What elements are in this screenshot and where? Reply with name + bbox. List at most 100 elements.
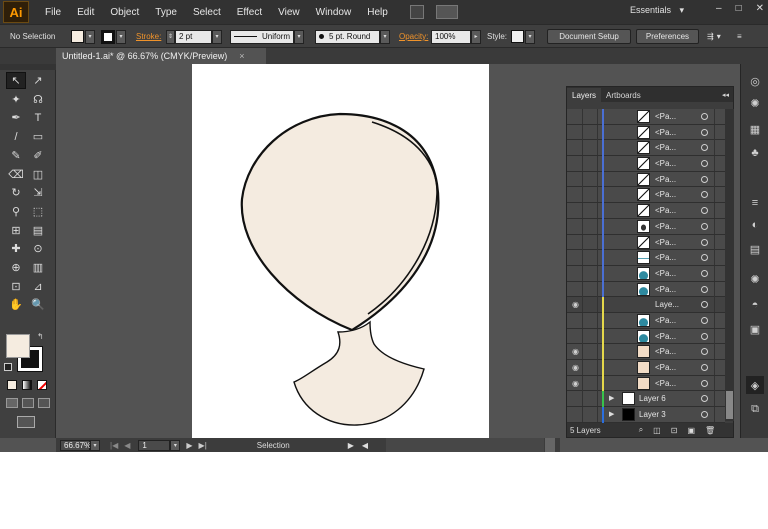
appearance-icon[interactable]: ◓ — [746, 296, 764, 314]
sublayer-row[interactable]: ◉ <Pa... — [567, 344, 725, 361]
menu-file[interactable]: File — [37, 7, 69, 18]
sublayer-row[interactable]: <Pa... — [567, 156, 725, 173]
panel-collapse-icon[interactable]: ◂◂ — [722, 91, 729, 99]
selection-indicator[interactable] — [714, 265, 725, 281]
sublayer-row[interactable]: <Pa... — [567, 234, 725, 251]
none-mode-icon[interactable] — [37, 380, 47, 390]
line-tool-icon[interactable]: / — [6, 128, 26, 145]
target-circle-icon[interactable] — [701, 175, 708, 183]
selection-indicator[interactable] — [714, 250, 725, 266]
artboards-icon[interactable]: ⧉ — [746, 400, 764, 418]
sublayer-row[interactable]: <Pa... — [567, 281, 725, 298]
visibility-toggle-icon[interactable] — [569, 391, 583, 407]
selection-indicator[interactable] — [714, 140, 725, 156]
preferences-button[interactable]: Preferences — [636, 29, 699, 44]
sublayer-row[interactable]: <Pa... — [567, 140, 725, 157]
prev-artboard-icon[interactable]: ◀ — [124, 441, 130, 450]
lock-toggle[interactable] — [584, 109, 598, 124]
stroke-weight-dropdown-icon[interactable]: ▾ — [212, 29, 222, 44]
menu-edit[interactable]: Edit — [69, 7, 102, 18]
menu-type[interactable]: Type — [147, 7, 185, 18]
sublayer-row[interactable]: ◉ <Pa... — [567, 375, 725, 392]
arrange-documents-icon[interactable] — [435, 5, 458, 19]
sublayer-row[interactable]: <Pa... — [567, 109, 725, 125]
sublayer-row[interactable]: ◉ Laye... — [567, 297, 725, 314]
draw-inside-icon[interactable] — [38, 398, 50, 408]
visibility-toggle-icon[interactable]: ◉ — [569, 360, 583, 375]
visibility-toggle-icon[interactable] — [569, 171, 583, 187]
target-circle-icon[interactable] — [701, 316, 708, 324]
menu-object[interactable]: Object — [102, 7, 147, 18]
head-shape[interactable] — [240, 112, 440, 332]
target-circle-icon[interactable] — [701, 332, 708, 340]
new-sublayer-icon[interactable]: ⊡ — [671, 426, 678, 435]
lock-toggle[interactable] — [584, 187, 598, 203]
bridge-icon[interactable] — [409, 5, 424, 19]
target-circle-icon[interactable] — [701, 301, 708, 309]
brush-dropdown-icon[interactable]: ▾ — [380, 29, 390, 44]
lock-toggle[interactable] — [584, 171, 598, 187]
sublayer-row[interactable]: ◉ <Pa... — [567, 360, 725, 376]
stroke-panel-icon[interactable]: ≡ — [746, 194, 764, 212]
delete-layer-icon[interactable]: 🗑 — [705, 426, 715, 435]
lock-toggle[interactable] — [584, 156, 598, 172]
menu-effect[interactable]: Effect — [229, 7, 270, 18]
target-circle-icon[interactable] — [701, 285, 708, 293]
lock-toggle[interactable] — [584, 312, 598, 328]
pen-tool-icon[interactable]: ✒ — [6, 109, 26, 126]
swap-fill-stroke-icon[interactable]: ↰ — [37, 332, 44, 341]
blend-tool-icon[interactable]: ⊕ — [6, 259, 26, 276]
tab-layers[interactable]: Layers — [567, 88, 602, 102]
target-circle-icon[interactable] — [701, 113, 708, 120]
visibility-toggle-icon[interactable] — [569, 124, 583, 140]
type-tool-icon[interactable]: T — [28, 109, 48, 126]
menu-view[interactable]: View — [270, 7, 308, 18]
selection-indicator[interactable] — [714, 407, 725, 423]
artboard-number-input[interactable]: 1 — [138, 439, 171, 451]
eraser-tool-icon[interactable]: ◫ — [28, 166, 48, 183]
brush-select[interactable]: 5 pt. Round ▾ — [315, 29, 390, 44]
opacity-label[interactable]: Opacity: — [399, 32, 428, 41]
selection-indicator[interactable] — [714, 344, 725, 360]
selection-indicator[interactable] — [714, 187, 725, 203]
selection-indicator[interactable] — [714, 218, 725, 234]
opacity-input[interactable]: 100% — [431, 29, 471, 44]
selection-indicator[interactable] — [714, 171, 725, 187]
color-guide-icon[interactable]: ✺ — [746, 94, 764, 112]
draw-normal-icon[interactable] — [6, 398, 18, 408]
lock-toggle[interactable] — [584, 360, 598, 375]
target-circle-icon[interactable] — [701, 269, 708, 277]
layer-row[interactable]: ▶ Layer 3 — [567, 407, 725, 424]
lock-toggle[interactable] — [584, 344, 598, 360]
selection-indicator[interactable] — [714, 234, 725, 250]
selection-indicator[interactable] — [714, 203, 725, 219]
sublayer-row[interactable]: <Pa... — [567, 312, 725, 329]
direct-selection-tool-icon[interactable]: ↗ — [28, 72, 48, 89]
visibility-toggle-icon[interactable] — [569, 203, 583, 219]
opacity-field[interactable]: 100% ▸ — [431, 29, 481, 44]
close-icon[interactable]: ✕ — [756, 3, 764, 14]
gradient-tool-icon[interactable]: ▤ — [28, 222, 48, 239]
expand-triangle-icon[interactable]: ▶ — [609, 394, 614, 402]
first-artboard-icon[interactable]: |◀ — [110, 441, 118, 450]
fill-dropdown-icon[interactable]: ▾ — [85, 29, 95, 44]
color-mode-icon[interactable] — [7, 380, 17, 390]
visibility-toggle-icon[interactable] — [569, 187, 583, 203]
lock-toggle[interactable] — [584, 375, 598, 391]
default-fill-stroke-icon[interactable] — [4, 363, 12, 371]
workspace-switcher[interactable]: Essentials ▾ — [630, 5, 684, 16]
stroke-dropdown-icon[interactable]: ▾ — [116, 29, 126, 44]
selection-tool-icon[interactable]: ↖ — [6, 72, 26, 89]
fill-color-swatch[interactable] — [6, 334, 30, 358]
align-options-icon[interactable]: ⇶ ▾ — [707, 29, 721, 44]
lock-toggle[interactable] — [584, 328, 598, 344]
sublayer-row[interactable]: <Pa... — [567, 124, 725, 141]
gradient-panel-icon[interactable]: ◐ — [746, 216, 764, 234]
visibility-toggle-icon[interactable] — [569, 407, 583, 423]
selection-indicator[interactable] — [714, 312, 725, 328]
visibility-toggle-icon[interactable]: ◉ — [569, 297, 583, 313]
sublayer-row[interactable]: <Pa... — [567, 328, 725, 345]
selection-indicator[interactable] — [714, 124, 725, 140]
visibility-toggle-icon[interactable] — [569, 109, 583, 124]
target-circle-icon[interactable] — [701, 348, 708, 356]
